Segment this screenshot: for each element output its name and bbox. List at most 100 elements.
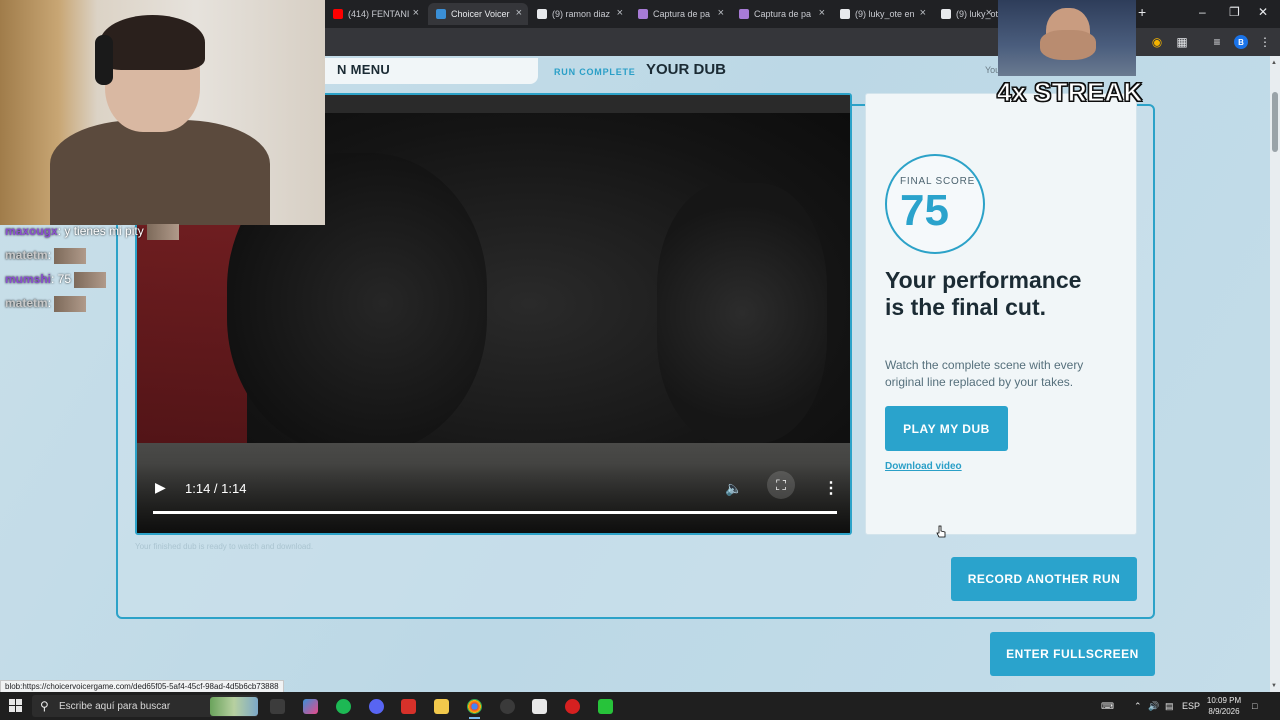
tab-favicon-icon xyxy=(638,9,648,19)
streak-counter: 4x STREAK xyxy=(997,77,1143,108)
puzzle-icon[interactable]: ▦ xyxy=(1175,35,1189,49)
taskbar-clock[interactable]: 10:09 PM 8/9/2026 xyxy=(1206,695,1242,717)
opera-icon[interactable] xyxy=(565,699,580,714)
tab-favicon-icon xyxy=(739,9,749,19)
keyboard-icon[interactable]: ⌨ xyxy=(1101,701,1114,712)
scroll-down-icon[interactable]: ▼ xyxy=(1271,683,1277,689)
profile-avatar[interactable]: B xyxy=(1234,35,1248,49)
scroll-up-icon[interactable]: ▲ xyxy=(1271,60,1277,66)
browser-tab[interactable]: Choicer Voicer × xyxy=(428,3,528,25)
enter-fullscreen-button[interactable]: ENTER FULLSCREEN xyxy=(990,632,1155,676)
scrollbar-thumb[interactable] xyxy=(1272,92,1278,152)
maximize-icon[interactable]: ❐ xyxy=(1229,5,1240,19)
chat-username: mumshi xyxy=(5,272,52,287)
scene-tire-right xyxy=(657,183,827,443)
tab-close-icon[interactable]: × xyxy=(920,7,926,19)
performance-headline: Your performance is the final cut. xyxy=(885,267,1082,320)
chat-emote-image xyxy=(146,224,179,240)
tab-favicon-icon xyxy=(436,9,446,19)
tab-close-icon[interactable]: × xyxy=(413,7,419,19)
tab-favicon-icon xyxy=(840,9,850,19)
chat-username: matetm xyxy=(5,248,48,263)
browser-tab[interactable]: (9) luky_ote en × xyxy=(832,3,932,25)
app-green-icon[interactable] xyxy=(598,699,613,714)
fullscreen-icon[interactable]: ⛶ xyxy=(767,471,795,499)
notification-icon[interactable]: □ xyxy=(1252,701,1257,711)
play-icon[interactable]: ▶ xyxy=(155,479,166,496)
app-white-icon[interactable] xyxy=(532,699,547,714)
tab-close-icon[interactable]: × xyxy=(986,7,992,19)
network-icon[interactable]: ▤ xyxy=(1165,701,1174,712)
minimize-icon[interactable]: – xyxy=(1199,5,1206,19)
chat-text: : 75 xyxy=(51,272,72,287)
chat-emote-image xyxy=(74,272,107,288)
menu-label[interactable]: N MENU xyxy=(337,62,390,77)
page-title: YOUR DUB xyxy=(646,61,727,78)
chat-emote-image xyxy=(54,248,87,264)
media-control-icon[interactable]: ≡ xyxy=(1210,35,1224,49)
tab-close-icon[interactable]: × xyxy=(516,7,522,19)
chat-username: maxougx xyxy=(5,224,58,239)
clock-time: 10:09 PM xyxy=(1206,696,1242,705)
browser-tab[interactable]: (414) FENTANI × xyxy=(325,3,425,25)
search-highlight-image[interactable] xyxy=(210,697,258,716)
browser-tab[interactable]: (9) luky_ote× xyxy=(933,3,998,25)
chat-username: matetm xyxy=(5,296,48,311)
tab-favicon-icon xyxy=(537,9,547,19)
video-controls xyxy=(137,463,850,533)
app-red-icon[interactable] xyxy=(401,699,416,714)
chat-text: : xyxy=(47,248,52,263)
webcam-hair xyxy=(100,15,205,70)
tab-label: Choicer Voicer xyxy=(451,9,510,19)
browser-tab[interactable]: (9) ramon diaz × xyxy=(529,3,629,25)
spotify-icon[interactable] xyxy=(336,699,351,714)
streamer-webcam xyxy=(0,0,325,225)
webcam-headset xyxy=(95,35,113,85)
tab-favicon-icon xyxy=(941,9,951,19)
chat-message: mumshi: 75 xyxy=(5,272,107,288)
score-panel-content: FINAL SCORE 75 Your performance is the f… xyxy=(865,93,1137,535)
extension-icon[interactable]: ◉ xyxy=(1150,35,1164,49)
tab-favicon-icon xyxy=(333,9,343,19)
speaker-icon[interactable]: 🔊 xyxy=(1148,701,1159,712)
clock-date: 8/9/2026 xyxy=(1208,707,1240,716)
tab-close-icon[interactable]: × xyxy=(718,7,724,19)
copilot-icon[interactable] xyxy=(303,699,318,714)
download-video-link[interactable]: Download video xyxy=(885,461,962,472)
volume-icon[interactable]: 🔈 xyxy=(725,480,742,497)
tray-chevron-icon[interactable]: ⌃ xyxy=(1134,701,1142,712)
tab-close-icon[interactable]: × xyxy=(617,7,623,19)
tab-label: (9) ramon diaz xyxy=(552,9,611,19)
file-explorer-icon[interactable] xyxy=(434,699,449,714)
more-options-icon[interactable]: ⋮ xyxy=(823,478,839,498)
tab-close-icon[interactable]: × xyxy=(819,7,825,19)
chat-message: matetm: xyxy=(5,296,87,312)
search-placeholder[interactable]: Escribe aquí para buscar xyxy=(59,701,170,712)
final-score-value: 75 xyxy=(900,186,949,235)
record-another-run-button[interactable]: RECORD ANOTHER RUN xyxy=(951,557,1137,601)
run-complete-label: RUN COMPLETE xyxy=(554,67,636,77)
browser-tab[interactable]: Captura de pa × xyxy=(731,3,831,25)
performance-description: Watch the complete scene with every orig… xyxy=(885,358,1084,389)
chat-text: : xyxy=(47,296,52,311)
close-window-icon[interactable]: ✕ xyxy=(1258,5,1268,19)
tab-label: Captura de pa xyxy=(653,9,711,19)
browser-tab[interactable]: Captura de pa × xyxy=(630,3,730,25)
discord-icon[interactable] xyxy=(369,699,384,714)
video-progress-bar[interactable] xyxy=(153,511,837,514)
new-tab-button[interactable]: + xyxy=(1138,4,1146,20)
language-indicator[interactable]: ESP xyxy=(1182,701,1200,711)
reaction-hands xyxy=(1040,30,1096,60)
chrome-icon[interactable] xyxy=(467,699,482,719)
windows-start-icon[interactable] xyxy=(9,699,23,713)
obs-icon[interactable] xyxy=(500,699,515,714)
chat-text: : y tienes mi pity xyxy=(57,224,144,239)
chat-message: maxougx: y tienes mi pity xyxy=(5,224,179,240)
tab-label: Captura de pa xyxy=(754,9,812,19)
tab-label: (414) FENTANI xyxy=(348,9,410,19)
task-view-icon[interactable] xyxy=(270,699,285,714)
play-my-dub-button[interactable]: PLAY MY DUB xyxy=(885,406,1008,451)
video-caption: Your finished dub is ready to watch and … xyxy=(135,542,314,551)
kebab-menu-icon[interactable]: ⋮ xyxy=(1258,35,1272,49)
chat-emote-image xyxy=(54,296,87,312)
